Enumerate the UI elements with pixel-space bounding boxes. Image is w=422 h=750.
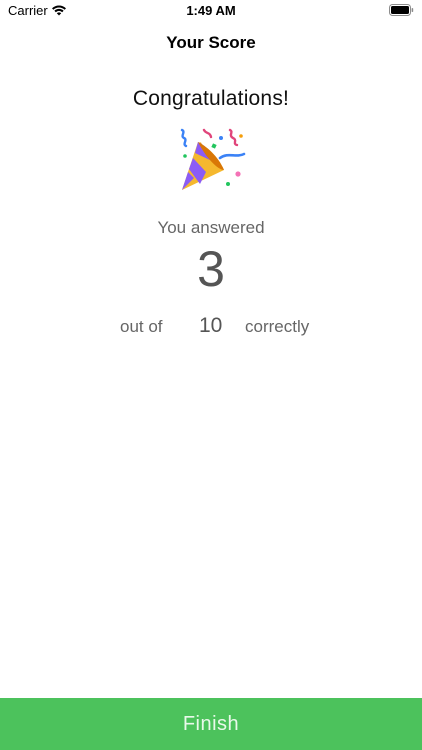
- clock-time: 1:49 AM: [186, 3, 236, 18]
- correctly-label: correctly: [245, 317, 310, 336]
- answered-label: You answered: [157, 218, 265, 237]
- party-popper-icon: [180, 128, 246, 190]
- total-questions-value: 10: [199, 314, 223, 337]
- page-title: Your Score: [166, 33, 256, 52]
- out-of-label: out of: [120, 317, 163, 336]
- score-value: 3: [197, 241, 225, 297]
- finish-button[interactable]: Finish: [0, 698, 422, 750]
- status-bar: Carrier 1:49 AM: [0, 0, 422, 22]
- congratulations-heading: Congratulations!: [132, 87, 290, 110]
- battery-icon: [389, 4, 414, 16]
